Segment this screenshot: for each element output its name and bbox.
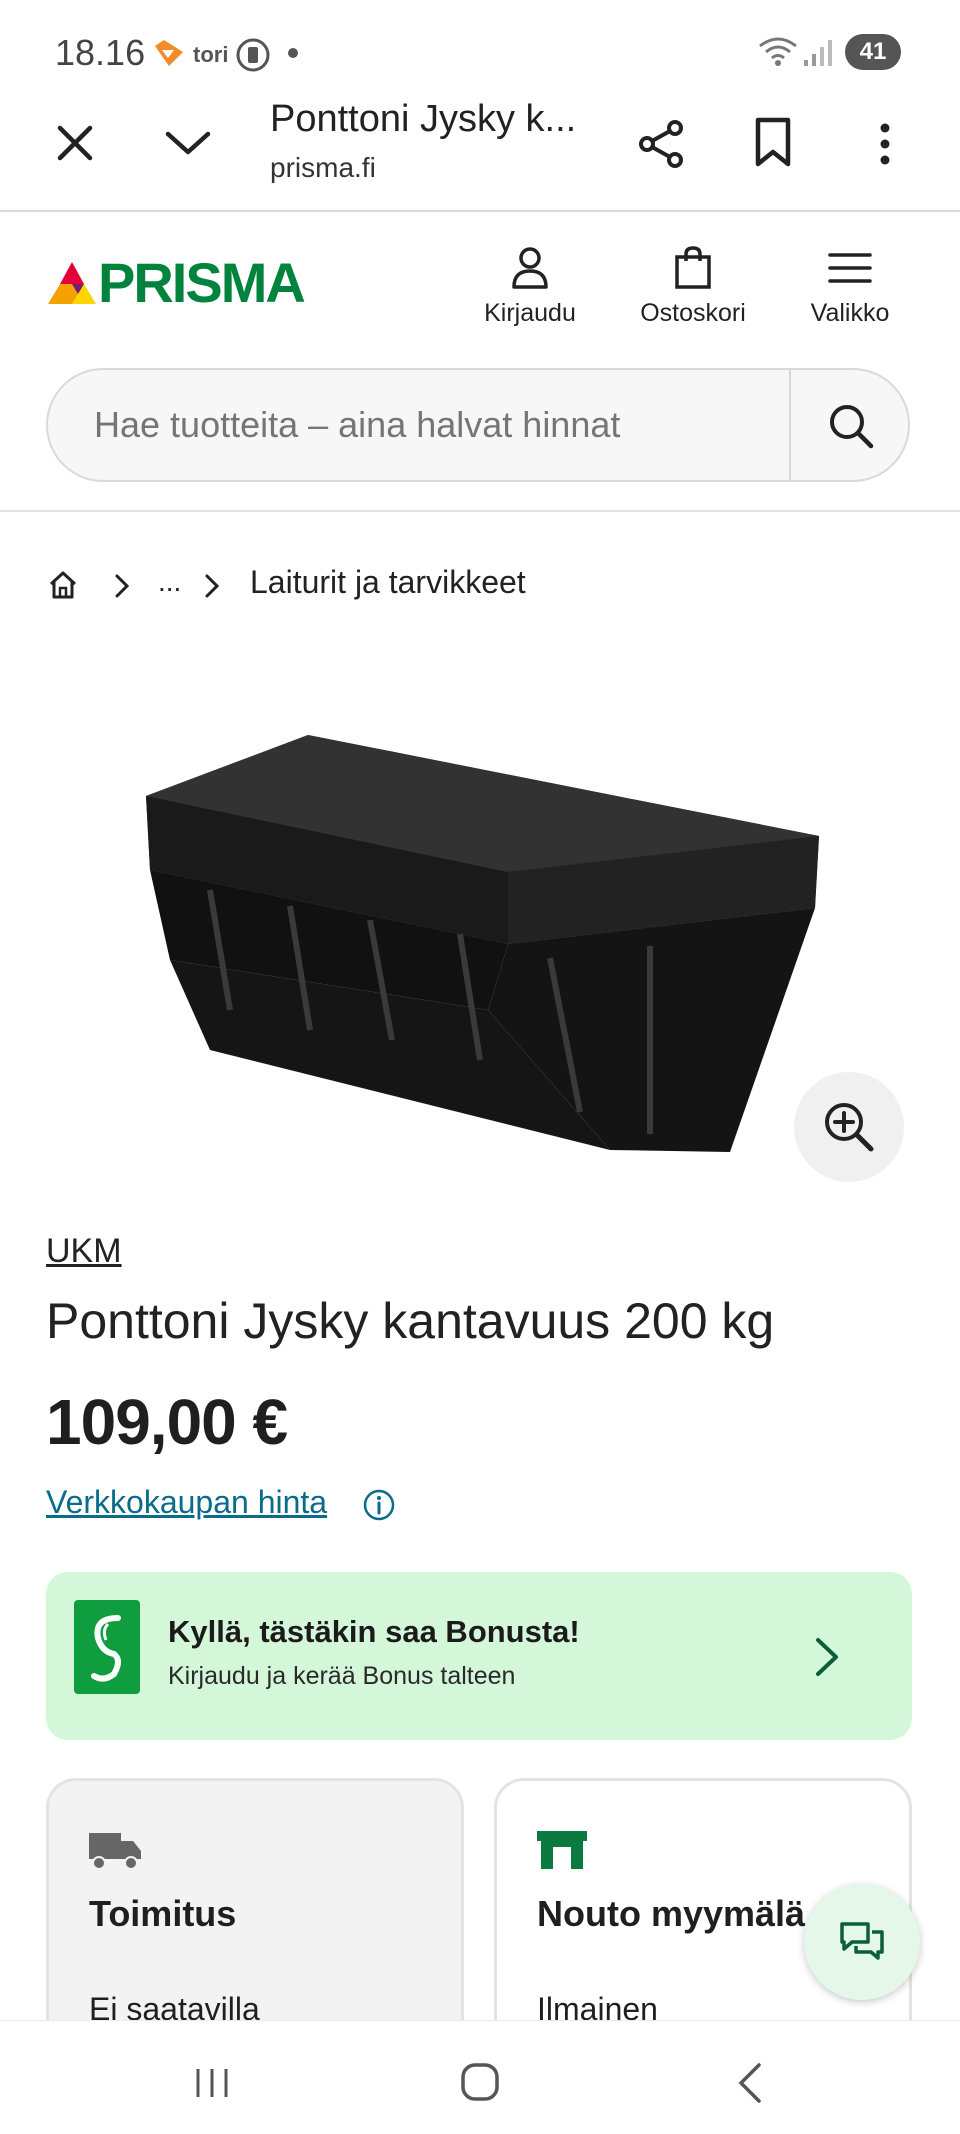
cart-button[interactable]: Ostoskori	[628, 245, 758, 328]
prisma-logo[interactable]: PRISMA	[98, 250, 306, 315]
home-icon[interactable]	[48, 570, 78, 600]
more-notifications-dot	[288, 48, 298, 58]
breadcrumb-current[interactable]: Laiturit ja tarvikkeet	[250, 564, 526, 601]
chat-button[interactable]	[804, 1884, 920, 2000]
more-vert-icon[interactable]	[872, 118, 898, 170]
bonus-banner[interactable]: Kyllä, tästäkin saa Bonusta! Kirjaudu ja…	[46, 1572, 912, 1740]
product-image[interactable]	[130, 720, 830, 1160]
home-nav-icon[interactable]	[460, 2061, 500, 2103]
shopping-bag-icon	[675, 246, 711, 289]
bonus-subtitle: Kirjaudu ja kerää Bonus talteen	[168, 1662, 516, 1690]
zoom-in-icon	[825, 1103, 874, 1152]
system-nav-bar	[0, 2020, 960, 2134]
pickup-title: Nouto myymälä	[537, 1893, 806, 1934]
app-notification-icon	[236, 38, 270, 72]
recents-icon[interactable]	[192, 2063, 232, 2103]
status-time: 18.16	[55, 32, 146, 73]
login-label: Kirjaudu	[484, 299, 576, 327]
delivery-title: Toimitus	[89, 1893, 237, 1934]
user-icon	[512, 247, 548, 289]
search-bar	[46, 368, 910, 482]
tori-notification-label: tori	[193, 42, 229, 67]
s-bonus-logo-icon	[74, 1600, 140, 1694]
tori-notification-icon	[155, 40, 183, 66]
share-icon[interactable]	[636, 118, 686, 170]
status-bar: 18.16 tori 41	[0, 0, 960, 100]
info-icon[interactable]	[362, 1488, 396, 1522]
breadcrumb-ellipsis[interactable]: ...	[158, 566, 181, 598]
tab-url[interactable]: prisma.fi	[270, 152, 376, 184]
wifi-icon	[759, 37, 797, 66]
login-button[interactable]: Kirjaudu	[475, 245, 585, 328]
search-divider	[789, 370, 791, 480]
chevron-right-icon	[816, 1638, 838, 1676]
breadcrumb: ... Laiturit ja tarvikkeet	[46, 560, 926, 610]
product-price: 109,00 €	[46, 1386, 288, 1458]
hamburger-icon	[828, 253, 872, 283]
menu-label: Valikko	[810, 299, 890, 327]
search-input[interactable]	[48, 370, 778, 480]
cart-label: Ostoskori	[640, 299, 746, 327]
close-icon[interactable]	[50, 118, 100, 168]
bookmark-icon[interactable]	[752, 116, 794, 168]
bonus-title: Kyllä, tästäkin saa Bonusta!	[168, 1614, 580, 1649]
header-divider	[0, 510, 960, 512]
signal-icon	[804, 40, 832, 66]
tab-title[interactable]: Ponttoni Jysky k...	[270, 98, 576, 141]
truck-icon	[89, 1833, 141, 1870]
prisma-logo-icon[interactable]	[46, 260, 98, 306]
brand-link[interactable]: UKM	[46, 1232, 122, 1271]
chevron-right-icon	[115, 574, 130, 598]
product-title: Ponttoni Jysky kantavuus 200 kg	[46, 1293, 775, 1349]
chat-icon	[840, 1922, 884, 1960]
search-icon	[830, 405, 874, 449]
menu-button[interactable]: Valikko	[800, 245, 900, 328]
back-icon[interactable]	[735, 2061, 765, 2105]
chevron-down-icon[interactable]	[160, 118, 216, 168]
zoom-button[interactable]	[794, 1072, 904, 1182]
price-note-link[interactable]: Verkkokaupan hinta	[46, 1484, 327, 1521]
store-icon	[537, 1831, 587, 1869]
battery-indicator: 41	[845, 34, 901, 70]
chevron-right-icon	[205, 574, 220, 598]
search-button[interactable]	[793, 370, 910, 480]
